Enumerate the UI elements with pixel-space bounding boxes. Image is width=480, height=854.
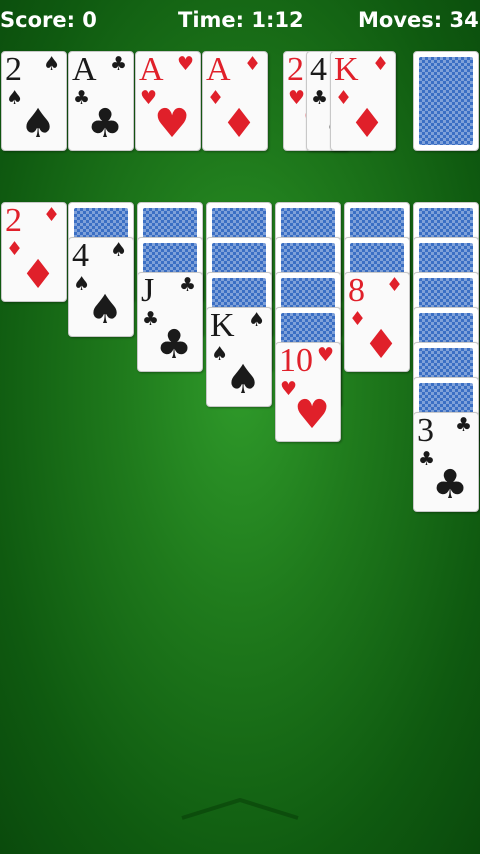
card-rank: 4	[310, 51, 327, 88]
diamond-icon: ♦	[363, 322, 399, 368]
club-icon: ♣	[178, 274, 196, 296]
spade-icon: ♠	[109, 239, 127, 261]
foundation-card[interactable]: A ♣ ♣ ♣	[68, 51, 134, 151]
score-label: Score: 0	[0, 8, 97, 32]
tableau-card[interactable]: 2 ♦ ♦ ♦	[1, 202, 67, 302]
card-back-pattern	[419, 57, 473, 145]
spade-icon: ♠	[42, 53, 60, 75]
card-rank: 2	[5, 51, 22, 88]
card-rank: 2	[5, 202, 22, 239]
club-icon: ♣	[109, 53, 127, 75]
card-rank: 8	[348, 272, 365, 309]
club-icon: ♣	[432, 462, 468, 508]
card-rank: A	[206, 51, 231, 88]
card-rank: 2	[287, 51, 304, 88]
spade-icon: ♠	[225, 357, 261, 403]
time-label: Time: 1:12	[178, 8, 304, 32]
moves-label: Moves: 34	[358, 8, 479, 32]
diamond-icon: ♦	[371, 53, 389, 75]
heart-icon: ♥	[176, 53, 194, 75]
club-icon: ♣	[156, 322, 192, 368]
diamond-icon: ♦	[243, 53, 261, 75]
diamond-icon: ♦	[385, 274, 403, 296]
card-rank: A	[139, 51, 164, 88]
spade-icon: ♠	[87, 287, 123, 333]
card-rank: K	[334, 51, 359, 88]
stock-pile[interactable]	[413, 51, 479, 151]
tableau-card[interactable]: 4 ♠ ♠ ♠	[68, 237, 134, 337]
hud-bar: Score: 0 Time: 1:12 Moves: 34	[0, 0, 480, 44]
foundation-card[interactable]: 2 ♠ ♠ ♠	[1, 51, 67, 151]
card-rank: A	[72, 51, 97, 88]
heart-icon: ♥	[316, 344, 334, 366]
card-rank: 10	[279, 342, 313, 379]
spade-icon: ♠	[20, 101, 56, 147]
heart-icon: ♥	[154, 101, 190, 147]
diamond-icon: ♦	[349, 101, 385, 147]
foundation-card[interactable]: A ♥ ♥ ♥	[135, 51, 201, 151]
tableau-card[interactable]: 3 ♣ ♣ ♣	[413, 412, 479, 512]
spade-icon: ♠	[247, 309, 265, 331]
tableau-card[interactable]: 10 ♥ ♥ ♥	[275, 342, 341, 442]
diamond-icon: ♦	[20, 252, 56, 298]
card-rank: 4	[72, 237, 89, 274]
waste-card[interactable]: K ♦ ♦ ♦	[330, 51, 396, 151]
tableau-card[interactable]: K ♠ ♠ ♠	[206, 307, 272, 407]
heart-icon: ♥	[294, 392, 330, 438]
card-rank: J	[141, 272, 155, 309]
foundation-card[interactable]: A ♦ ♦ ♦	[202, 51, 268, 151]
chevron-up-icon[interactable]	[180, 796, 300, 822]
diamond-icon: ♦	[42, 204, 60, 226]
tableau-card[interactable]: J ♣ ♣ ♣	[137, 272, 203, 372]
diamond-icon: ♦	[221, 101, 257, 147]
club-icon: ♣	[87, 101, 123, 147]
card-rank: K	[210, 307, 235, 344]
club-icon: ♣	[454, 414, 472, 436]
card-rank: 3	[417, 412, 434, 449]
tableau-card[interactable]: 8 ♦ ♦ ♦	[344, 272, 410, 372]
